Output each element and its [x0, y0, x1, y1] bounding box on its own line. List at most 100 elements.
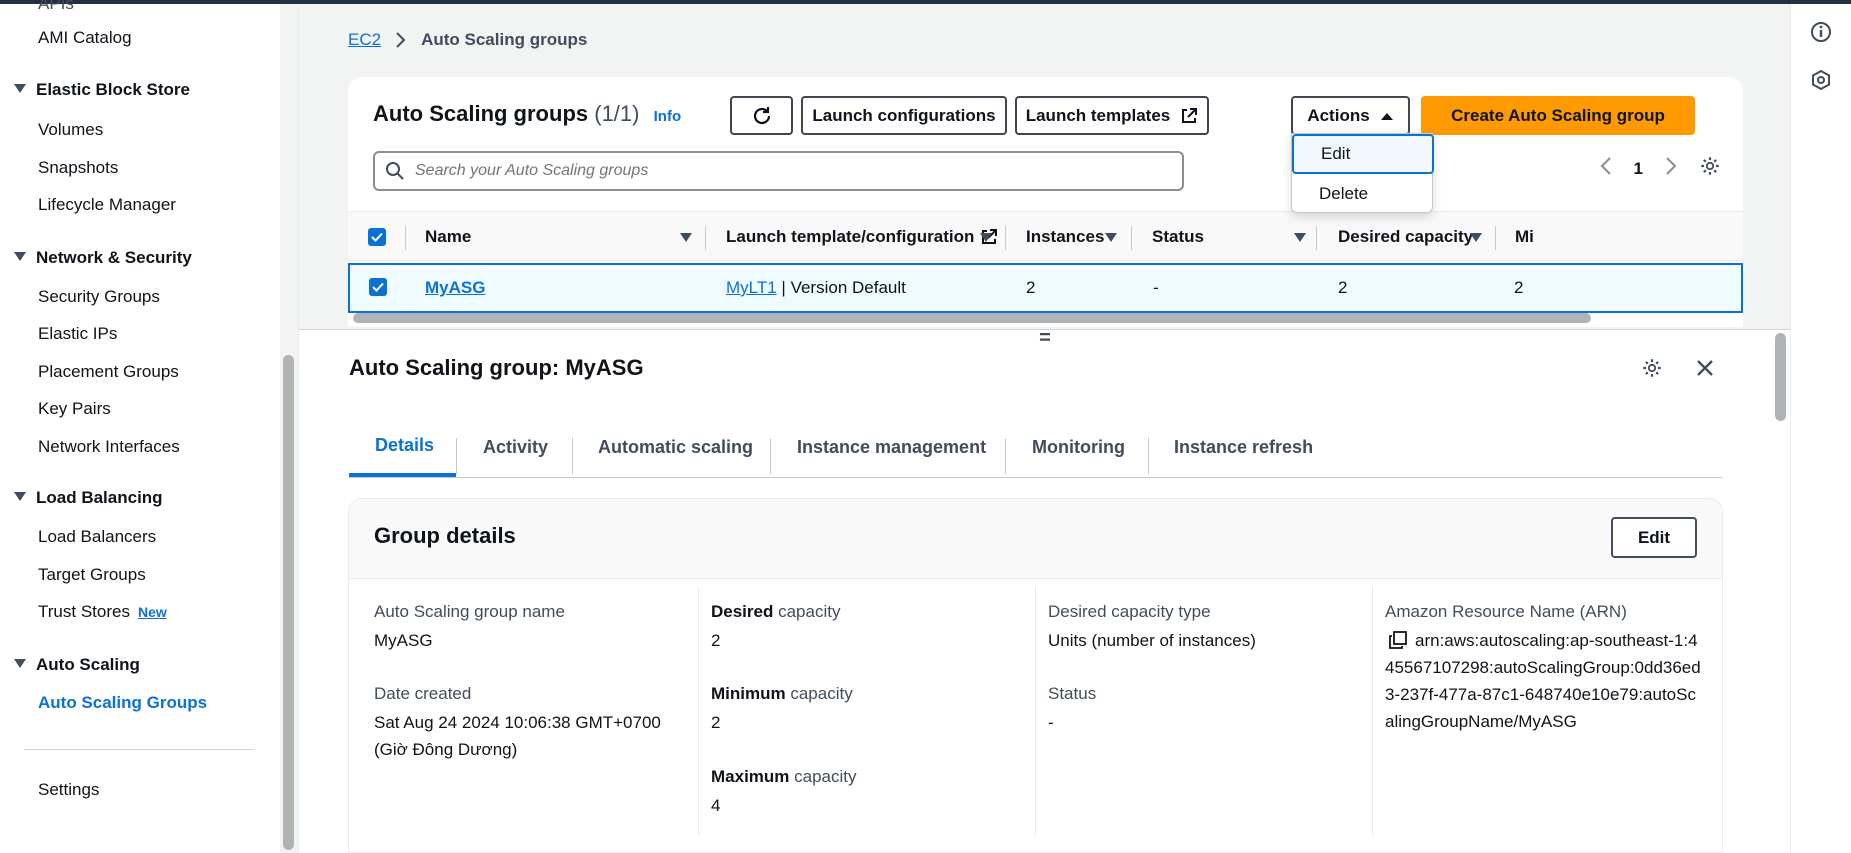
row-status: -: [1153, 278, 1159, 297]
next-page-button[interactable]: [1665, 156, 1677, 182]
row-instances: 2: [1026, 278, 1036, 297]
row-launch-template: MyLT1 | Version Default: [726, 278, 906, 298]
column-header-name[interactable]: Name: [425, 212, 471, 262]
external-link-icon: [1182, 107, 1198, 123]
hexagon-icon: [1812, 69, 1830, 91]
launch-configurations-button[interactable]: Launch configurations: [801, 96, 1007, 135]
selection-count: (1/1): [594, 101, 640, 126]
sort-template-icon[interactable]: [980, 212, 992, 262]
sidebar-scrollbar-thumb[interactable]: [283, 355, 294, 850]
row-min-capacity: 2: [1514, 278, 1524, 297]
breadcrumb-ec2-link[interactable]: EC2: [348, 30, 381, 50]
right-tools-rail: [1790, 4, 1851, 853]
actions-dropdown-menu: Edit Delete: [1291, 133, 1434, 214]
sort-status-icon[interactable]: [1294, 212, 1306, 262]
sidebar-item-settings[interactable]: Settings: [38, 780, 99, 800]
tab-automatic-scaling[interactable]: Automatic scaling: [598, 418, 753, 477]
sidebar-item-target-groups[interactable]: Target Groups: [38, 565, 146, 585]
caret-down-icon: [14, 84, 26, 93]
menu-item-edit[interactable]: Edit: [1292, 134, 1434, 174]
checkmark-icon: [372, 282, 384, 292]
sidebar-item-trust-stores[interactable]: Trust Stores New: [38, 602, 167, 622]
info-link[interactable]: Info: [654, 108, 682, 125]
breadcrumb-current: Auto Scaling groups: [421, 30, 588, 49]
launch-template-link[interactable]: MyLT1: [726, 278, 777, 298]
row-name-link[interactable]: MyASG: [425, 265, 485, 311]
tab-activity[interactable]: Activity: [483, 418, 548, 477]
panel-scrollbar-thumb[interactable]: [1775, 333, 1786, 421]
sidebar-section-ebs[interactable]: Elastic Block Store: [14, 80, 190, 100]
arn-value: arn:aws:autoscaling:ap-southeast-1:44556…: [1385, 631, 1701, 731]
sidebar-section-auto-scaling[interactable]: Auto Scaling: [14, 655, 140, 675]
info-panel-button[interactable]: [1807, 18, 1835, 46]
gear-icon: [1643, 359, 1661, 377]
copy-arn-button[interactable]: [1389, 631, 1407, 654]
breadcrumb: EC2 Auto Scaling groups: [348, 30, 587, 50]
column-header-launch-template[interactable]: Launch template/configuration: [726, 212, 998, 262]
select-all-checkbox[interactable]: [368, 228, 386, 246]
search-icon: [386, 162, 404, 180]
sidebar-item-placement-groups[interactable]: Placement Groups: [38, 362, 179, 382]
sort-instances-icon[interactable]: [1105, 212, 1117, 262]
sort-desired-icon[interactable]: [1470, 212, 1482, 262]
status-value: -: [1048, 713, 1054, 732]
tab-instance-management[interactable]: Instance management: [797, 418, 986, 477]
column-header-status[interactable]: Status: [1152, 212, 1204, 262]
sidebar-item-volumes[interactable]: Volumes: [38, 120, 103, 140]
new-badge: New: [137, 604, 167, 620]
sidebar-item-lifecycle-manager[interactable]: Lifecycle Manager: [38, 195, 176, 215]
status-label: Status: [1048, 684, 1097, 703]
sidebar-item-elastic-ips[interactable]: Elastic IPs: [38, 324, 117, 344]
column-header-min[interactable]: Mi: [1515, 212, 1534, 262]
date-created-value: Sat Aug 24 2024 10:06:38 GMT+0700 (Giờ Đ…: [374, 713, 661, 759]
tab-monitoring[interactable]: Monitoring: [1032, 418, 1125, 477]
sort-name-icon[interactable]: [680, 212, 692, 262]
sidebar-item-ami-catalog[interactable]: AMI Catalog: [38, 28, 132, 48]
sidebar-item-snapshots[interactable]: Snapshots: [38, 158, 118, 178]
group-details-header: Group details Edit: [349, 499, 1722, 579]
sidebar-item-load-balancers[interactable]: Load Balancers: [38, 527, 156, 547]
actions-button[interactable]: Actions: [1291, 96, 1410, 135]
sidebar-item-apis[interactable]: APIs: [38, 0, 74, 14]
pagination: 1: [1600, 155, 1721, 182]
launch-templates-button[interactable]: Launch templates: [1015, 96, 1209, 135]
search-input[interactable]: [415, 162, 1155, 180]
column-header-desired-capacity[interactable]: Desired capacity: [1338, 212, 1473, 262]
table-header: Name Launch template/configuration Insta…: [348, 211, 1743, 261]
group-details-title: Group details: [374, 523, 516, 548]
group-details-edit-button[interactable]: Edit: [1611, 517, 1697, 558]
sidebar-section-load-balancing[interactable]: Load Balancing: [14, 488, 163, 508]
table-settings-button[interactable]: [1699, 155, 1721, 182]
arn-label: Amazon Resource Name (ARN): [1385, 602, 1627, 621]
sidebar: APIs AMI Catalog Elastic Block Store Vol…: [0, 0, 280, 853]
previous-page-button[interactable]: [1600, 156, 1612, 182]
feedback-panel-button[interactable]: [1807, 66, 1835, 94]
refresh-button[interactable]: [730, 96, 793, 135]
menu-item-delete[interactable]: Delete: [1292, 174, 1434, 214]
close-icon: [1697, 360, 1713, 376]
current-page[interactable]: 1: [1634, 159, 1643, 179]
sidebar-item-auto-scaling-groups[interactable]: Auto Scaling Groups: [38, 693, 207, 713]
column-header-instances[interactable]: Instances: [1026, 212, 1104, 262]
sidebar-section-network[interactable]: Network & Security: [14, 248, 192, 268]
sidebar-divider: [24, 749, 254, 750]
row-checkbox[interactable]: [369, 278, 387, 296]
asg-table-container: Auto Scaling groups (1/1) Info Launch co…: [348, 77, 1743, 327]
sidebar-item-key-pairs[interactable]: Key Pairs: [38, 399, 111, 419]
panel-close-button[interactable]: [1691, 354, 1719, 382]
tab-instance-refresh[interactable]: Instance refresh: [1174, 418, 1313, 477]
search-field[interactable]: [373, 151, 1184, 191]
split-panel-drag-handle[interactable]: =: [1037, 328, 1053, 348]
table-horizontal-scrollbar[interactable]: [353, 313, 1591, 323]
sidebar-item-security-groups[interactable]: Security Groups: [38, 287, 160, 307]
asg-name-value: MyASG: [374, 631, 433, 650]
create-auto-scaling-group-button[interactable]: Create Auto Scaling group: [1421, 96, 1695, 135]
checkmark-icon: [371, 232, 383, 242]
desired-capacity-type-value: Units (number of instances): [1048, 631, 1256, 650]
table-row[interactable]: MyASG MyLT1 | Version Default 2 - 2 2: [348, 263, 1743, 313]
sidebar-item-network-interfaces[interactable]: Network Interfaces: [38, 437, 180, 457]
caret-down-icon: [14, 252, 26, 261]
panel-settings-button[interactable]: [1638, 354, 1666, 382]
tab-details[interactable]: Details: [349, 418, 456, 477]
caret-down-icon: [14, 659, 26, 668]
